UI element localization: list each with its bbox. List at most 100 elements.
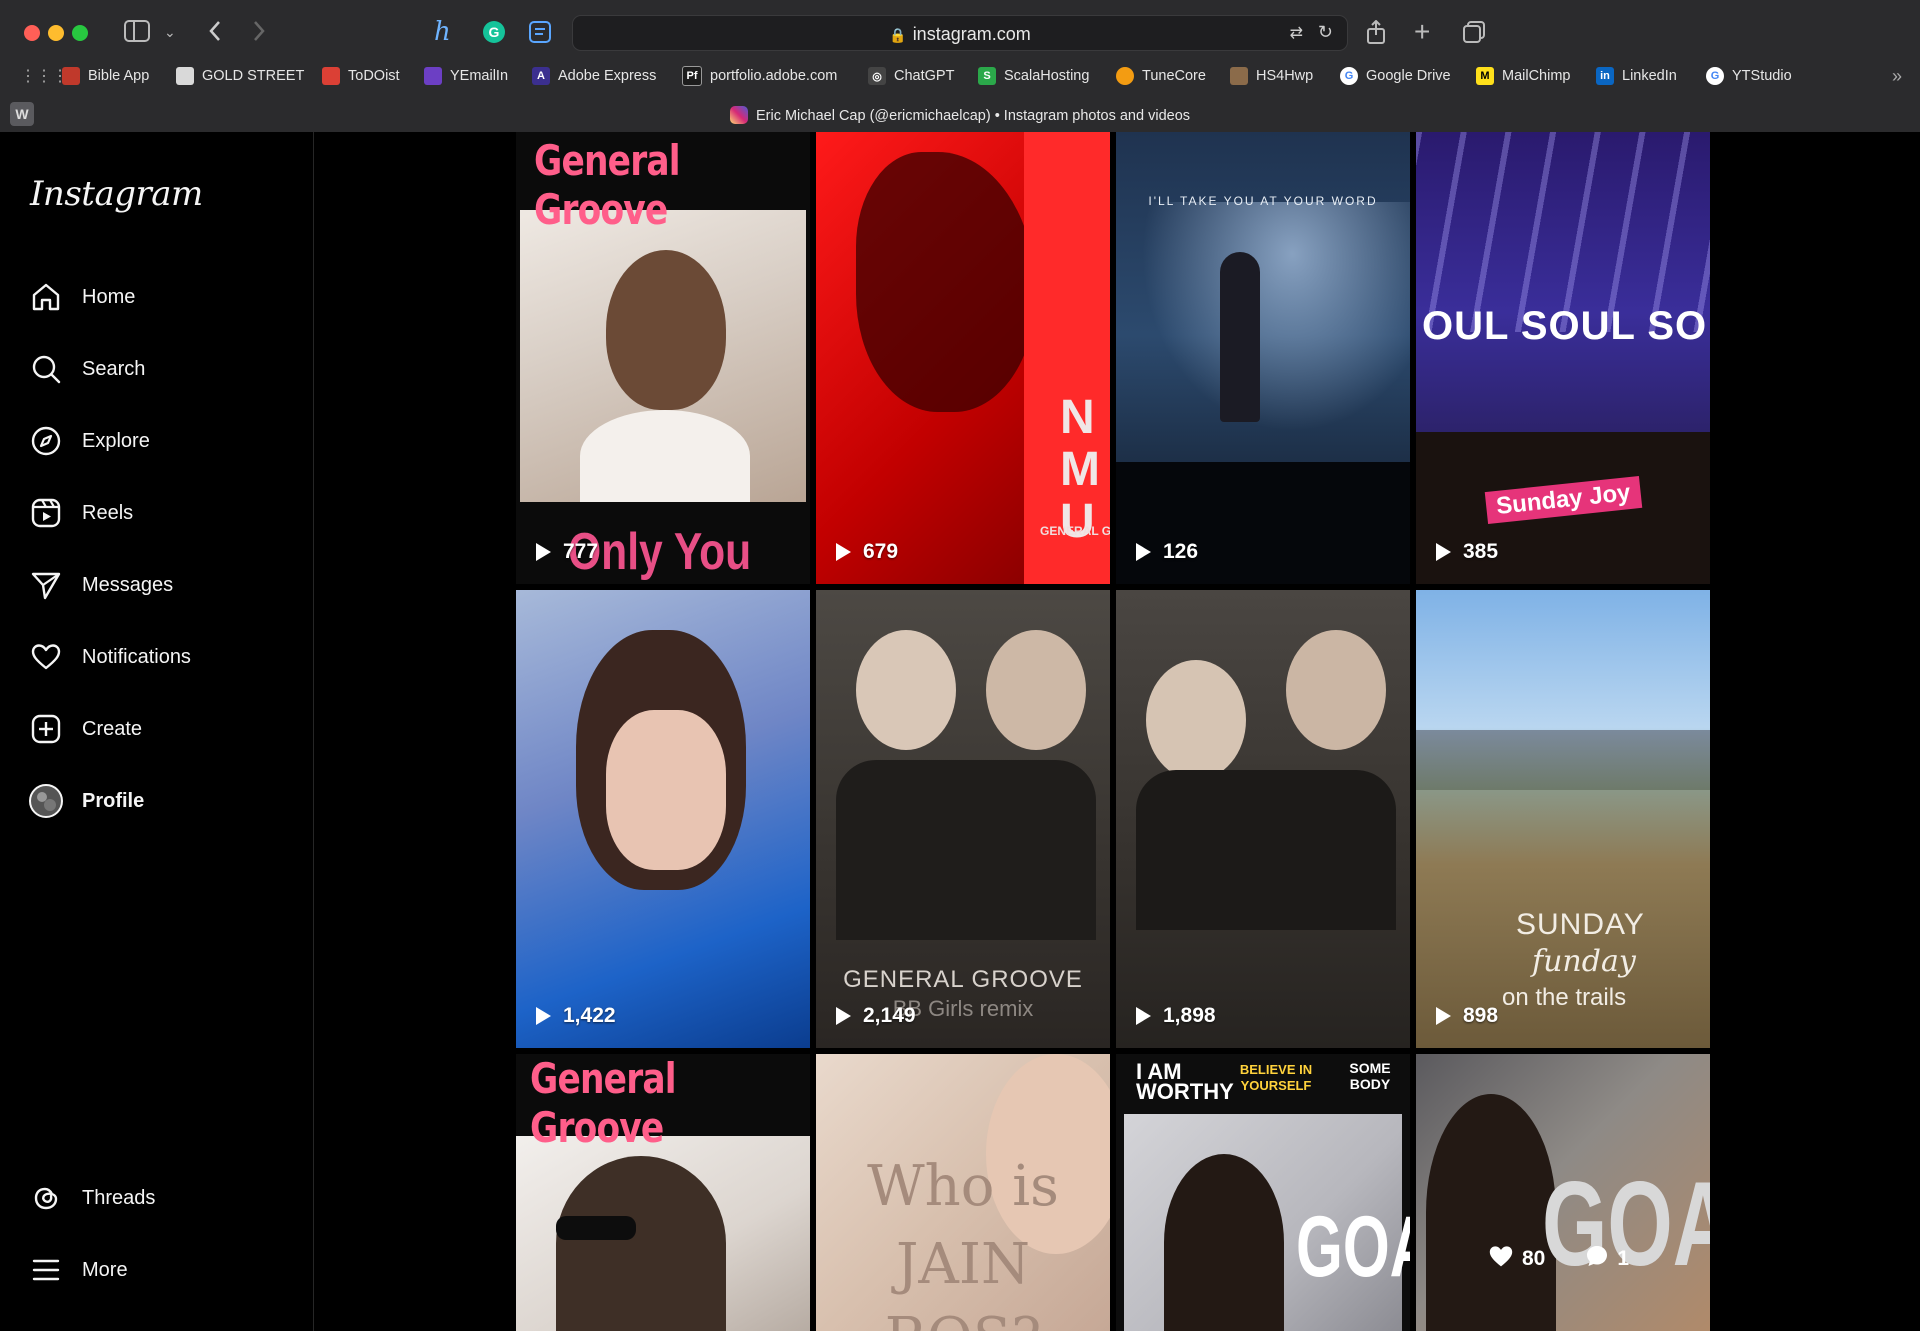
reel-tile[interactable]: I AM WORTHY BELIEVE IN YOURSELF SOME BOD… — [1116, 1054, 1410, 1331]
reel-tile[interactable]: 1,422 — [516, 590, 810, 1048]
google-icon: G — [1340, 67, 1358, 85]
post-thumbnail — [1426, 1094, 1556, 1331]
bookmark-item[interactable]: G YTStudio — [1706, 64, 1792, 88]
reel-overlay-title: General Groove — [534, 136, 681, 234]
minimize-window-button[interactable] — [48, 25, 64, 41]
apps-grid-icon[interactable]: ⋮⋮⋮ — [20, 64, 68, 88]
nav-explore[interactable]: Explore — [20, 413, 290, 469]
bookmark-item[interactable]: ◎ ChatGPT — [868, 64, 954, 88]
like-count: 80 — [1522, 1247, 1546, 1270]
nav-label: Reels — [82, 501, 134, 524]
reel-overlay-badge: SOME BODY — [1349, 1060, 1391, 1092]
play-icon — [536, 543, 551, 561]
reel-tile[interactable]: OUL SOUL SO Sunday Joy 385 — [1416, 132, 1710, 584]
reel-thumbnail — [516, 1136, 810, 1331]
new-tab-icon[interactable]: + — [1414, 18, 1430, 46]
back-icon[interactable] — [208, 20, 222, 47]
nav-label: Search — [82, 357, 146, 380]
reel-thumbnail — [1116, 202, 1410, 462]
reel-tile[interactable]: 1,898 — [1116, 590, 1410, 1048]
share-icon[interactable] — [1366, 19, 1386, 49]
bible-app-icon — [62, 67, 80, 85]
reload-icon[interactable]: ↻ — [1318, 22, 1333, 43]
forward-icon[interactable] — [252, 20, 266, 47]
more-bookmarks-icon[interactable]: » — [1892, 64, 1902, 88]
reel-overlay-subtitle: on the trails — [1502, 984, 1627, 1011]
address-bar[interactable]: 🔒 instagram.com ⇄ ↻ — [572, 15, 1348, 51]
nav-search[interactable]: Search — [20, 341, 290, 397]
notes-extension-icon[interactable] — [528, 20, 552, 49]
reel-overlay-subtitle: JAIN — [895, 1232, 1030, 1297]
portfolio-icon: Pf — [682, 66, 702, 86]
svg-text:G: G — [489, 24, 500, 40]
reel-tile[interactable]: SUNDAY funday on the trails 898 — [1416, 590, 1710, 1048]
mail-icon — [424, 67, 442, 85]
honey-extension-icon[interactable]: h — [434, 19, 451, 45]
browser-chrome: ⌄ h G 🔒 instagram.com ⇄ ↻ + ⋮⋮⋮ Bible App… — [0, 0, 1920, 132]
bookmark-item[interactable]: ToDOist — [322, 64, 400, 88]
bookmark-item[interactable]: YEmailIn — [424, 64, 508, 88]
nav-threads[interactable]: Threads — [20, 1170, 290, 1226]
reel-overlay-title: I'LL TAKE YOU AT YOUR WORD — [1148, 194, 1378, 208]
tab-overview-icon[interactable] — [1462, 20, 1486, 49]
grammarly-extension-icon[interactable]: G — [482, 20, 506, 49]
search-icon — [28, 351, 64, 387]
plus-square-icon — [28, 711, 64, 747]
bookmark-item[interactable]: TuneCore — [1116, 64, 1206, 88]
reel-thumbnail — [520, 210, 806, 502]
bookmark-item[interactable]: in LinkedIn — [1596, 64, 1677, 88]
nav-reels[interactable]: Reels — [20, 485, 290, 541]
bookmark-item[interactable]: G Google Drive — [1340, 64, 1451, 88]
bookmark-item[interactable]: A Adobe Express — [532, 64, 656, 88]
instagram-logo[interactable]: Instagram — [30, 174, 203, 214]
reel-tile[interactable]: Who is JAIN ROS? — [816, 1054, 1110, 1331]
bookmark-item[interactable]: Bible App — [62, 64, 149, 88]
nav-label: Threads — [82, 1186, 156, 1209]
translate-icon[interactable]: ⇄ — [1290, 23, 1303, 43]
nav-label: Create — [82, 717, 143, 740]
reel-tile[interactable]: N MU GENERAL GRO 679 — [816, 132, 1110, 584]
play-icon — [1436, 1007, 1451, 1025]
chevron-down-icon[interactable]: ⌄ — [164, 20, 176, 44]
post-tile[interactable]: GOA 80 1 — [1416, 1054, 1710, 1331]
play-icon — [1136, 1007, 1151, 1025]
bookmark-item[interactable]: HS4Hwp — [1230, 64, 1313, 88]
close-window-button[interactable] — [24, 25, 40, 41]
nav-messages[interactable]: Messages — [20, 557, 290, 613]
reel-tile[interactable]: GENERAL GROOVE BB Girls remix 2,149 — [816, 590, 1110, 1048]
reel-thumbnail — [1416, 730, 1710, 790]
nav-notifications[interactable]: Notifications — [20, 629, 290, 685]
reel-tile[interactable]: General Groove Only You 777 — [516, 132, 810, 584]
reel-tile[interactable]: General Groove — [516, 1054, 810, 1331]
scalahosting-icon: S — [978, 67, 996, 85]
nav-label: Messages — [82, 573, 174, 596]
reel-overlay-title: OUL SOUL SO — [1422, 304, 1708, 348]
sidebar-toggle-icon[interactable] — [124, 20, 150, 47]
reel-overlay-title: GENERAL GROOVE — [843, 966, 1083, 993]
bookmark-item[interactable]: GOLD STREET — [176, 64, 304, 88]
nav-more[interactable]: More — [20, 1242, 290, 1298]
reel-thumbnail — [856, 630, 956, 750]
active-tab[interactable]: Eric Michael Cap (@ericmichaelcap) • Ins… — [0, 106, 1920, 124]
reel-view-count: 777 — [536, 540, 598, 564]
reel-thumbnail — [1416, 132, 1710, 332]
reel-overlay-title: General Groove — [530, 1054, 677, 1152]
comment-icon — [1585, 1244, 1609, 1274]
profile-posts-grid: General Groove Only You 777 N MU GENERAL… — [516, 132, 1712, 1331]
bookmark-item[interactable]: S ScalaHosting — [978, 64, 1089, 88]
tunecore-icon — [1116, 67, 1134, 85]
nav-create[interactable]: Create — [20, 701, 290, 757]
reel-overlay-subtitle: GENERAL GRO — [1040, 524, 1110, 538]
nav-home[interactable]: Home — [20, 269, 290, 325]
bookmark-item[interactable]: Pf portfolio.adobe.com — [682, 64, 837, 88]
reel-thumbnail — [1146, 660, 1246, 780]
reel-view-count: 126 — [1136, 540, 1198, 564]
zoom-window-button[interactable] — [72, 25, 88, 41]
bookmark-item[interactable]: M MailChimp — [1476, 64, 1571, 88]
nav-profile[interactable]: Profile — [20, 773, 290, 829]
gold-street-icon — [176, 67, 194, 85]
reels-icon — [28, 495, 64, 531]
reel-tile[interactable]: I'LL TAKE YOU AT YOUR WORD 126 — [1116, 132, 1410, 584]
nav-label: Profile — [82, 789, 145, 812]
browser-toolbar: ⌄ h G 🔒 instagram.com ⇄ ↻ + — [0, 0, 1920, 64]
